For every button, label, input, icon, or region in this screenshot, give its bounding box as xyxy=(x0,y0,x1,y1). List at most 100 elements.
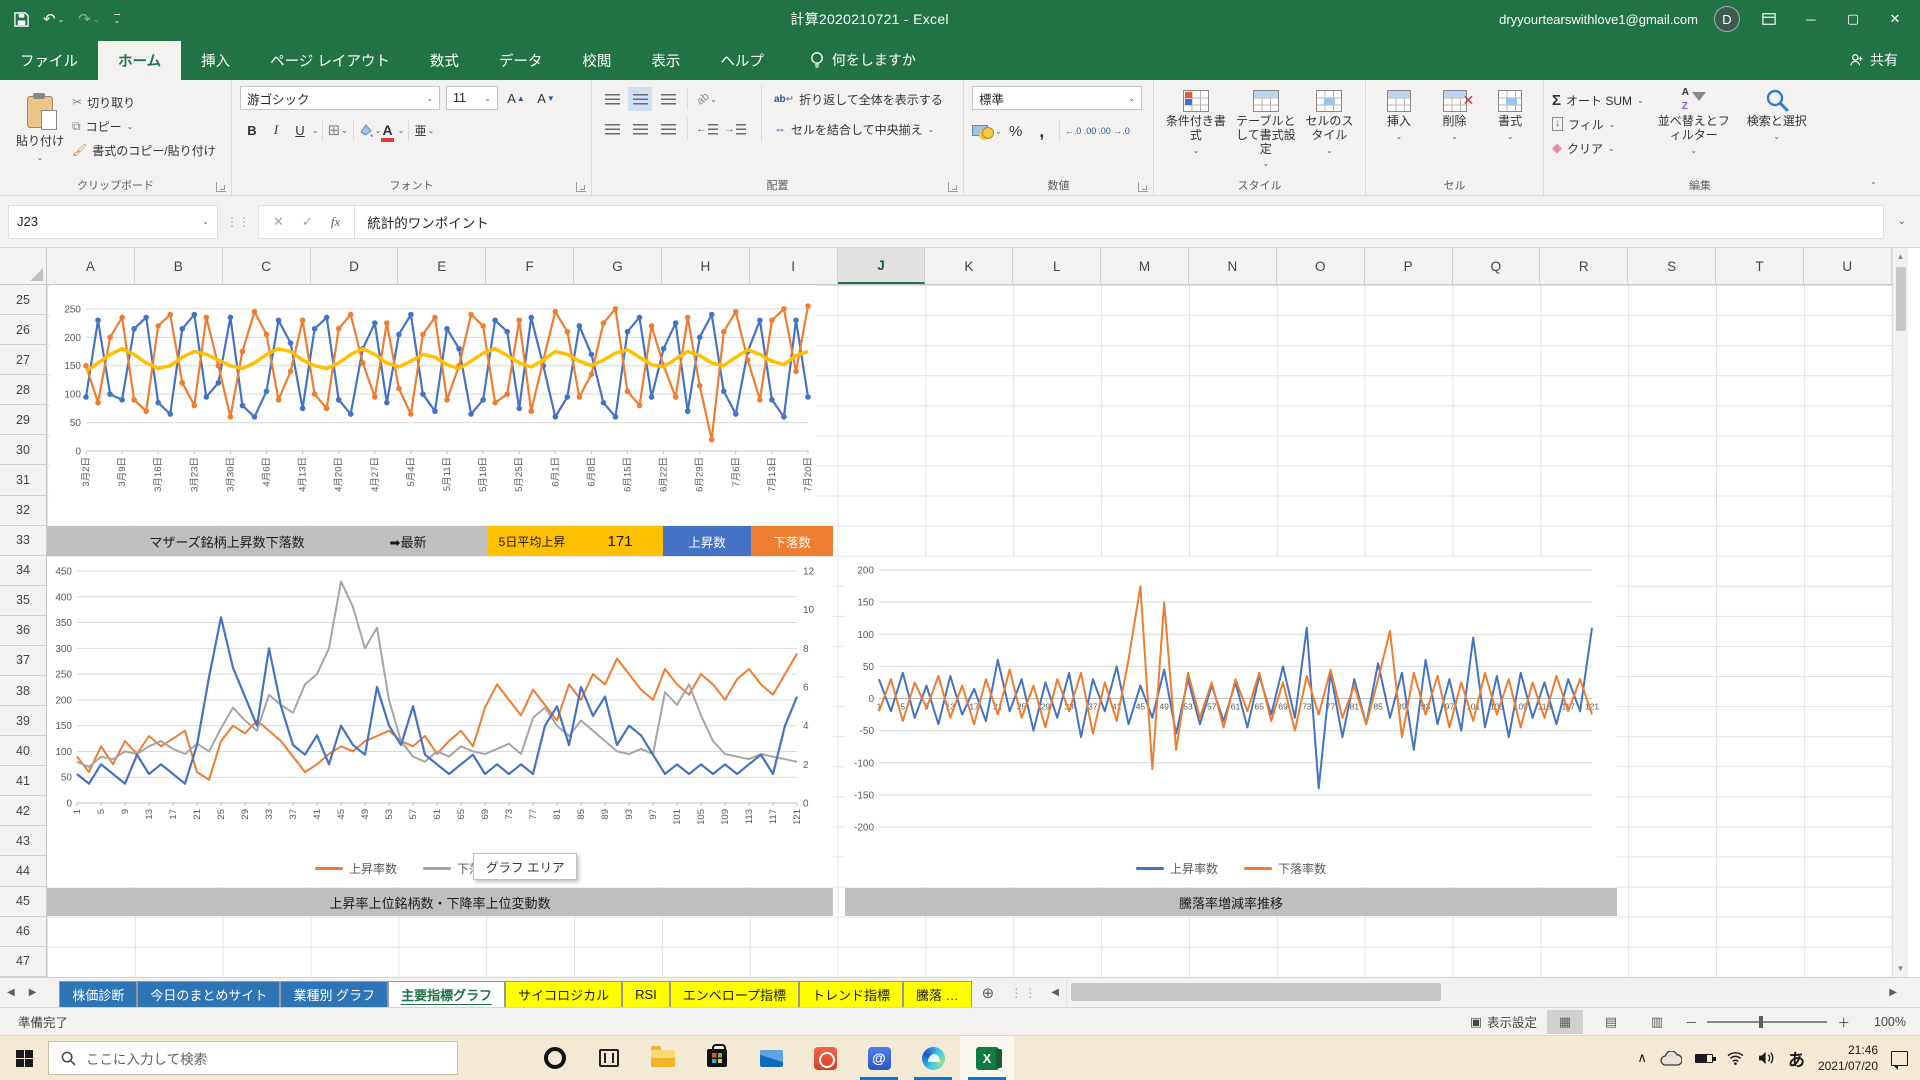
sheet-tab-今日のまとめサイト[interactable]: 今日のまとめサイト xyxy=(137,981,280,1007)
alignment-dialog-launcher[interactable] xyxy=(948,182,958,192)
row-header-34[interactable]: 34 xyxy=(0,556,46,586)
taskbar-mail-icon[interactable] xyxy=(744,1036,798,1080)
merge-center-button[interactable]: ⇔セルを結合して中央揃え⌄ xyxy=(774,116,943,142)
redo-button[interactable]: ↷⌄ xyxy=(78,10,99,28)
zoom-slider[interactable] xyxy=(1707,1021,1827,1023)
column-header-C[interactable]: C xyxy=(223,248,311,284)
row-header-37[interactable]: 37 xyxy=(0,646,46,676)
close-button[interactable]: ✕ xyxy=(1874,0,1916,38)
copy-button[interactable]: ⧉コピー⌄ xyxy=(72,114,216,138)
fill-color-button[interactable]: ⌄ xyxy=(357,118,382,142)
taskbar-taskview-icon[interactable] xyxy=(582,1036,636,1080)
taskbar-explorer-icon[interactable] xyxy=(636,1036,690,1080)
row-header-30[interactable]: 30 xyxy=(0,435,46,465)
hscroll-left-arrow[interactable]: ◀ xyxy=(1044,987,1066,998)
autosum-button[interactable]: Σオート SUM⌄ xyxy=(1552,88,1644,112)
font-size-combobox[interactable]: 11⌄ xyxy=(446,86,498,110)
row-header-46[interactable]: 46 xyxy=(0,917,46,947)
row-header-26[interactable]: 26 xyxy=(0,315,46,345)
column-header-A[interactable]: A xyxy=(47,248,135,284)
accounting-format-button[interactable]: ⌄ xyxy=(972,119,1002,143)
start-button[interactable] xyxy=(0,1036,48,1080)
chart-advance-decline-rate[interactable]: -200-150-100-500501001502001591317212529… xyxy=(845,557,1617,887)
ribbon-tab-ページ レイアウト[interactable]: ページ レイアウト xyxy=(250,41,410,80)
row-header-44[interactable]: 44 xyxy=(0,856,46,886)
column-header-D[interactable]: D xyxy=(311,248,399,284)
phonetic-guide-button[interactable]: 亜⌄ xyxy=(412,118,436,142)
column-header-I[interactable]: I xyxy=(750,248,838,284)
column-header-N[interactable]: N xyxy=(1189,248,1277,284)
paste-button[interactable]: 貼り付け⌄ xyxy=(8,86,72,172)
row-header-35[interactable]: 35 xyxy=(0,586,46,616)
name-box[interactable]: J23⌄ xyxy=(8,205,218,239)
tab-splitter-handle[interactable]: ⋮⋮ xyxy=(1004,986,1044,1000)
row-header-41[interactable]: 41 xyxy=(0,766,46,796)
format-as-table-button[interactable]: テーブルとして書式設定⌄ xyxy=(1232,90,1300,169)
bold-button[interactable]: B xyxy=(240,118,264,142)
page-layout-view-button[interactable]: ▤ xyxy=(1593,1010,1629,1034)
column-header-J[interactable]: J xyxy=(838,248,926,284)
number-dialog-launcher[interactable] xyxy=(1138,182,1148,192)
format-cells-button[interactable]: 書式⌄ xyxy=(1485,90,1535,141)
row-header-42[interactable]: 42 xyxy=(0,796,46,826)
restore-button[interactable]: ▢ xyxy=(1832,0,1874,38)
account-email[interactable]: dryyourtearswithlove1@gmail.com xyxy=(1499,12,1698,27)
taskbar-edge-icon[interactable] xyxy=(906,1036,960,1080)
row-header-40[interactable]: 40 xyxy=(0,736,46,766)
align-right-button[interactable] xyxy=(656,117,680,141)
taskbar-store-icon[interactable] xyxy=(690,1036,744,1080)
row45-left-banner[interactable]: 上昇率上位銘柄数・下降率上位変動数 xyxy=(47,888,833,916)
cancel-entry-button[interactable]: ✕ xyxy=(273,214,284,230)
insert-function-button[interactable]: fx xyxy=(331,214,340,230)
ribbon-tab-ヘルプ[interactable]: ヘルプ xyxy=(700,41,784,80)
align-center-button[interactable] xyxy=(628,117,652,141)
row-header-36[interactable]: 36 xyxy=(0,616,46,646)
row33-banner[interactable]: マザーズ銘柄上昇数下落数 ➡最新 5日平均上昇 171 上昇数 下落数 xyxy=(47,526,833,556)
page-break-view-button[interactable]: ▥ xyxy=(1639,1010,1675,1034)
zoom-in-button[interactable]: ＋ xyxy=(1837,1012,1850,1031)
confirm-entry-button[interactable]: ✓ xyxy=(302,214,313,230)
row-header-29[interactable]: 29 xyxy=(0,405,46,435)
sheet-tab-サイコロジカル[interactable]: サイコロジカル xyxy=(505,981,622,1007)
row-header-43[interactable]: 43 xyxy=(0,826,46,856)
row45-right-banner[interactable]: 騰落率増減率推移 xyxy=(845,888,1617,916)
chart-top-rank-counts[interactable]: 0501001502002503003504004500246810121591… xyxy=(47,557,833,887)
undo-button[interactable]: ↶⌄ xyxy=(43,10,64,28)
underline-button[interactable]: U xyxy=(288,118,312,142)
align-bottom-button[interactable] xyxy=(656,87,680,111)
ribbon-tab-ホーム[interactable]: ホーム xyxy=(98,41,181,80)
conditional-formatting-button[interactable]: 条件付き書式⌄ xyxy=(1162,90,1230,169)
column-header-L[interactable]: L xyxy=(1013,248,1101,284)
notification-center-icon[interactable] xyxy=(1891,1051,1908,1066)
scroll-up-arrow[interactable]: ▲ xyxy=(1897,252,1905,261)
taskbar-opera-icon[interactable] xyxy=(528,1036,582,1080)
row-header-33[interactable]: 33 xyxy=(0,526,46,556)
delete-cells-button[interactable]: ✕ 削除⌄ xyxy=(1430,90,1480,141)
percent-style-button[interactable]: % xyxy=(1004,119,1028,143)
increase-decimal-button[interactable]: ←.0 .00 xyxy=(1065,119,1097,143)
horizontal-scroll-thumb[interactable] xyxy=(1071,983,1441,1001)
vertical-scroll-thumb[interactable] xyxy=(1896,267,1906,331)
ribbon-tab-校閲[interactable]: 校閲 xyxy=(562,41,631,80)
formula-input[interactable]: 統計的ワンポイント xyxy=(355,205,1883,239)
taskbar-atmenu-icon[interactable]: @ xyxy=(852,1036,906,1080)
horizontal-scrollbar[interactable]: ◀ ▶ xyxy=(1044,978,1904,1007)
clipboard-dialog-launcher[interactable] xyxy=(216,182,226,192)
decrease-indent-button[interactable]: ← xyxy=(695,117,719,141)
row-header-38[interactable]: 38 xyxy=(0,676,46,706)
taskbar-clock[interactable]: 21:46 2021/07/20 xyxy=(1818,1042,1878,1074)
align-left-button[interactable] xyxy=(600,117,624,141)
wrap-text-button[interactable]: ab↵折り返して全体を表示する xyxy=(774,86,943,112)
increase-indent-button[interactable]: → xyxy=(723,117,747,141)
column-header-O[interactable]: O xyxy=(1277,248,1365,284)
vertical-scrollbar[interactable]: ▲ ▼ xyxy=(1892,248,1908,977)
borders-button[interactable]: ⊞⌄ xyxy=(326,118,350,142)
ribbon-tab-ファイル[interactable]: ファイル xyxy=(0,41,98,80)
row-header-47[interactable]: 47 xyxy=(0,947,46,977)
taskbar-search-box[interactable]: ここに入力して検索 xyxy=(48,1041,458,1075)
column-header-H[interactable]: H xyxy=(662,248,750,284)
scroll-down-arrow[interactable]: ▼ xyxy=(1897,964,1905,973)
format-painter-button[interactable]: 🖌書式のコピー/貼り付け xyxy=(72,138,216,162)
row-header-39[interactable]: 39 xyxy=(0,706,46,736)
qat-customize-button[interactable]: ⌄ xyxy=(114,14,121,25)
